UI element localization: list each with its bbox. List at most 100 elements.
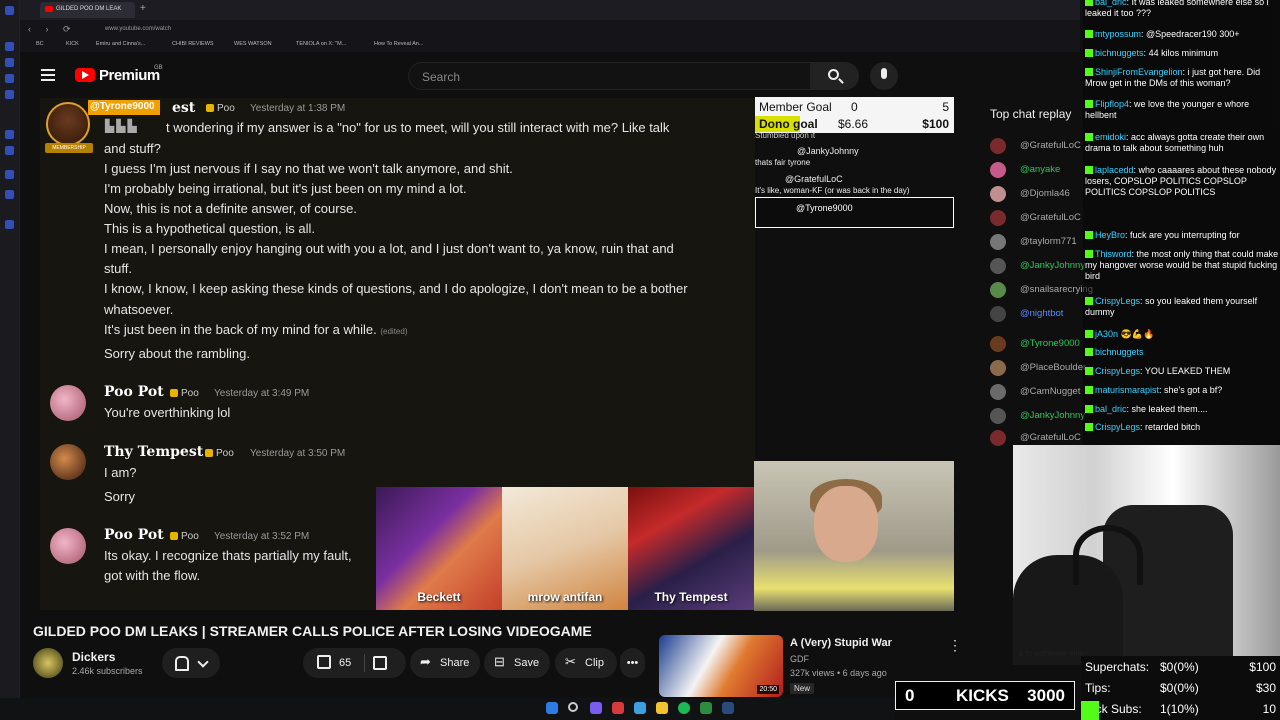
spotify-icon[interactable]: [678, 702, 690, 714]
chat-message: Thisword: the most only thing that could…: [1085, 249, 1279, 281]
screen: GILDED POO DM LEAK + ‹ › ⟳ www.youtube.c…: [0, 0, 1280, 720]
chat-author: laplacedd: [1095, 165, 1134, 175]
kick-badge-icon: [1085, 330, 1093, 338]
sidebar-app-icon[interactable]: [5, 90, 14, 99]
bookmark[interactable]: How To Reveal An...: [374, 41, 423, 47]
url-text: www.youtube.com/watch: [105, 26, 172, 32]
chat-message: Flipflop4: we love the younger e whore h…: [1085, 99, 1250, 120]
menu-icon[interactable]: [41, 69, 55, 81]
windows-start-icon[interactable]: [546, 702, 558, 714]
kick-badge-icon: [1085, 133, 1093, 141]
search-placeholder: Search: [422, 70, 461, 84]
bookmark[interactable]: CHIBI REVIEWS: [172, 41, 214, 47]
chat-author: Flipflop4: [1095, 99, 1130, 109]
voice-search-icon[interactable]: [870, 62, 898, 90]
chat-author: bal_dric: [1095, 404, 1127, 414]
dono-goal-value: $6.66: [838, 117, 869, 131]
webcam-feed: [754, 461, 954, 611]
bookmark[interactable]: KICK: [66, 41, 79, 47]
save-icon: ⊟: [494, 654, 505, 669]
youtube-logo-text[interactable]: Premium: [99, 67, 160, 84]
sidebar-app-icon[interactable]: [5, 42, 14, 51]
membership-badge: MEMBERSHIP: [45, 143, 93, 153]
sidebar-app-icon[interactable]: [5, 146, 14, 155]
chat-message: CrispyLegs: retarded bitch: [1085, 422, 1280, 433]
share-button[interactable]: ➦ Share: [410, 648, 480, 678]
xbox-icon[interactable]: [700, 702, 712, 714]
recommended-title[interactable]: A (Very) Stupid War: [790, 637, 892, 649]
chat-text: she leaked them....: [1131, 404, 1208, 414]
search-icon[interactable]: [568, 702, 578, 712]
recommended-thumbnail[interactable]: 20:50: [659, 635, 783, 697]
kebab-menu-icon[interactable]: ⋮: [948, 637, 962, 654]
bookmark[interactable]: TENIOLA on X: "M...: [296, 41, 346, 47]
timestamp: Yesterday at 1:38 PM: [250, 103, 346, 114]
chat-row: @snailsarecrying: [990, 280, 1093, 300]
kick-badge-icon: [1085, 367, 1093, 375]
channel-name[interactable]: Dickers: [72, 650, 115, 664]
share-icon: ➦: [420, 654, 431, 669]
browser-tab[interactable]: GILDED POO DM LEAK: [40, 2, 135, 18]
thumbs-up-icon[interactable]: [317, 655, 331, 669]
like-dislike-button[interactable]: 65: [303, 648, 406, 678]
kick-badge-icon: [1085, 423, 1093, 431]
address-bar[interactable]: ‹ › ⟳ www.youtube.com/watch: [20, 20, 1080, 38]
notification-bell-icon[interactable]: [162, 648, 220, 678]
chat-row: @JankyJohnny: [990, 256, 1085, 276]
sidebar-app-icon[interactable]: [5, 130, 14, 139]
chat-message: mtypossum: @Speedracer190 300+: [1085, 29, 1280, 40]
youtube-header: Premium GB Search: [20, 52, 1080, 98]
clip-label: Clip: [585, 657, 604, 669]
channel-avatar[interactable]: [33, 648, 63, 678]
thumbs-down-icon[interactable]: [373, 656, 387, 670]
folder-icon[interactable]: [656, 702, 668, 714]
video-title: GILDED POO DM LEAKS | STREAMER CALLS POL…: [33, 623, 592, 639]
bookmark[interactable]: Emiru and Cinna's...: [96, 41, 145, 47]
sidebar-app-icon[interactable]: [5, 170, 14, 179]
new-tab-icon[interactable]: +: [140, 3, 146, 14]
bookmark[interactable]: WES WATSON: [234, 41, 272, 47]
youtube-logo-icon[interactable]: [75, 68, 95, 82]
chat-text: YOU LEAKED THEM: [1144, 366, 1231, 376]
webcam-person: [814, 486, 878, 562]
sidebar-app-icon[interactable]: [5, 58, 14, 67]
message-line: Sorry: [104, 489, 136, 504]
chat-message: bichnuggets: [1085, 347, 1280, 358]
chat-message: CrispyLegs: YOU LEAKED THEM: [1085, 366, 1280, 377]
stat-goal: $100: [1249, 660, 1276, 674]
message-line: I know, I know, I keep asking these kind…: [104, 281, 688, 296]
app-icon[interactable]: [612, 702, 624, 714]
save-button[interactable]: ⊟ Save: [484, 648, 550, 678]
nav-arrows-icon[interactable]: ‹ › ⟳: [28, 24, 77, 35]
kick-badge-icon: [1085, 231, 1093, 239]
divider: [364, 654, 365, 672]
chat-message: laplacedd: who caaaares about these nobo…: [1085, 165, 1277, 197]
settings-icon[interactable]: [5, 220, 14, 229]
save-label: Save: [514, 657, 540, 669]
search-input[interactable]: Search: [408, 62, 811, 90]
sidebar-app-icon[interactable]: [5, 190, 14, 199]
chat-message: bichnuggets: 44 kilos minimum: [1085, 48, 1280, 59]
headset: [1073, 525, 1143, 585]
browser-icon[interactable]: [634, 702, 646, 714]
message-line: Its okay. I recognize thats partially my…: [104, 548, 352, 563]
more-actions-icon[interactable]: •••: [620, 648, 645, 678]
app-icon[interactable]: [590, 702, 602, 714]
steam-icon[interactable]: [722, 702, 734, 714]
clip-button[interactable]: ✂ Clip: [555, 648, 617, 678]
chat-message: HeyBro: fuck are you interrupting for: [1085, 230, 1280, 241]
avatar: [990, 138, 1006, 154]
chat-row: @GratefulLoC: [990, 136, 1085, 156]
top-chat-replay-dropdown[interactable]: Top chat replay: [990, 107, 1071, 121]
role-badge: Poo: [205, 448, 234, 459]
browser-logo-icon[interactable]: [5, 6, 14, 15]
avatar: [990, 258, 1006, 274]
recommended-channel[interactable]: GDF: [790, 654, 809, 664]
sidebar-app-icon[interactable]: [5, 74, 14, 83]
tab-title: GILDED POO DM LEAK: [56, 6, 122, 12]
chat-author: Thisword: [1095, 249, 1132, 259]
chat-message: bal_dric: It was leaked somewhere else s…: [1085, 0, 1280, 19]
search-button[interactable]: [811, 62, 859, 90]
chat-message: CrispyLegs: so you leaked them yourself …: [1085, 296, 1258, 317]
bookmark[interactable]: BC: [36, 41, 44, 47]
